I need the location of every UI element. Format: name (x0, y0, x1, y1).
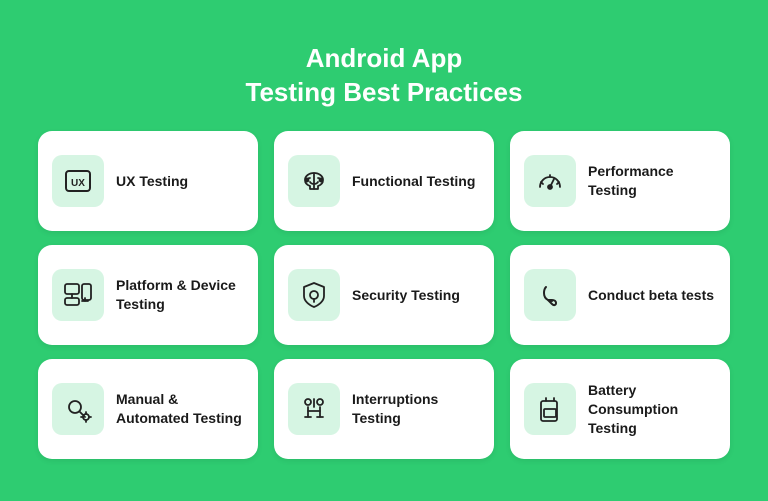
card-security-testing: Security Testing (274, 245, 494, 345)
card-label-manual-automated-testing: Manual & Automated Testing (116, 390, 244, 428)
card-interruptions-testing: Interruptions Testing (274, 359, 494, 459)
card-battery-consumption: Battery Consumption Testing (510, 359, 730, 459)
people-icon (288, 383, 340, 435)
ux-icon: UX (52, 155, 104, 207)
cards-grid: UX UX Testing Functional Testing Perform… (38, 131, 730, 459)
card-performance-testing: Performance Testing (510, 131, 730, 231)
brain-icon (288, 155, 340, 207)
platform-icon (52, 269, 104, 321)
card-label-interruptions-testing: Interruptions Testing (352, 390, 480, 428)
card-label-performance-testing: Performance Testing (588, 162, 716, 200)
card-label-platform-device-testing: Platform & Device Testing (116, 276, 244, 314)
card-beta-tests: Conduct beta tests (510, 245, 730, 345)
card-platform-device-testing: Platform & Device Testing (38, 245, 258, 345)
page-title: Android App Testing Best Practices (246, 42, 523, 110)
beta-icon (524, 269, 576, 321)
card-label-ux-testing: UX Testing (116, 172, 188, 191)
card-label-battery-consumption: Battery Consumption Testing (588, 381, 716, 438)
card-label-beta-tests: Conduct beta tests (588, 286, 714, 305)
card-label-functional-testing: Functional Testing (352, 172, 475, 191)
card-ux-testing: UX UX Testing (38, 131, 258, 231)
battery-icon (524, 383, 576, 435)
card-functional-testing: Functional Testing (274, 131, 494, 231)
svg-text:UX: UX (71, 178, 85, 189)
speedometer-icon (524, 155, 576, 207)
card-label-security-testing: Security Testing (352, 286, 460, 305)
search-gear-icon (52, 383, 104, 435)
card-manual-automated-testing: Manual & Automated Testing (38, 359, 258, 459)
shield-icon (288, 269, 340, 321)
